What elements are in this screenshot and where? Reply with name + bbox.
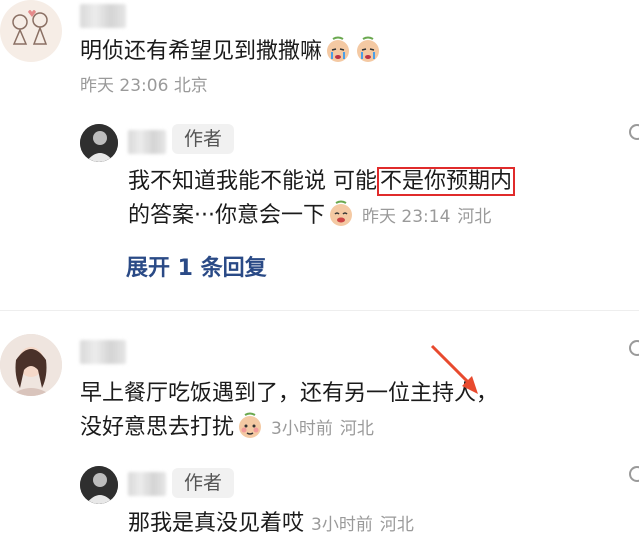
smiling-face-icon <box>327 200 355 228</box>
comment-location: 北京 <box>173 76 208 96</box>
author-avatar[interactable] <box>80 466 118 504</box>
user-photo-icon <box>0 334 62 396</box>
crying-face-icon <box>324 36 352 64</box>
username-blurred[interactable] <box>80 4 126 28</box>
like-icon[interactable] <box>629 466 639 482</box>
comment-text: 明侦还有希望见到撒撒嘛 <box>80 34 382 70</box>
reply-location: 河北 <box>379 515 414 535</box>
author-tag: 作者 <box>172 468 235 498</box>
crying-face-icon <box>354 36 382 64</box>
comment-text-line2: 没好意思去打扰 3小时前 河北 <box>80 410 374 447</box>
author-photo-icon <box>80 466 118 504</box>
reply-time: 昨天 23:14 <box>361 207 451 227</box>
author-avatar[interactable] <box>80 124 118 162</box>
highlight-box: 不是你预期内 <box>377 167 516 196</box>
comment-time: 昨天 23:06 <box>80 76 169 96</box>
divider <box>0 310 639 311</box>
reply-text-line2: 的答案···你意会一下 昨天 23:14 河北 <box>128 198 491 235</box>
comment-meta: 昨天 23:06 北京 <box>80 68 208 104</box>
red-arrow-annotation <box>430 344 478 394</box>
username-blurred[interactable] <box>128 130 166 154</box>
comment-location: 河北 <box>339 419 374 439</box>
shy-face-icon <box>236 412 264 440</box>
like-icon[interactable] <box>629 340 639 356</box>
reply-text: 那我是真没见着哎 3小时前 河北 <box>128 511 414 536</box>
username-blurred[interactable] <box>128 472 166 496</box>
reply-location: 河北 <box>457 207 492 227</box>
avatar[interactable] <box>0 334 62 396</box>
comment-time: 3小时前 <box>271 419 333 439</box>
author-tag: 作者 <box>172 124 235 154</box>
username-blurred[interactable] <box>80 340 126 364</box>
expand-replies-link[interactable]: 展开 1 条回复 <box>126 250 267 282</box>
reply-time: 3小时前 <box>311 515 373 535</box>
like-icon[interactable] <box>629 124 639 140</box>
sketch-couple-icon <box>12 10 48 45</box>
avatar[interactable] <box>0 0 62 62</box>
reply-text-line1: 我不知道我能不能说 可能 不是你预期内 <box>128 164 516 200</box>
author-photo-icon <box>80 124 118 162</box>
